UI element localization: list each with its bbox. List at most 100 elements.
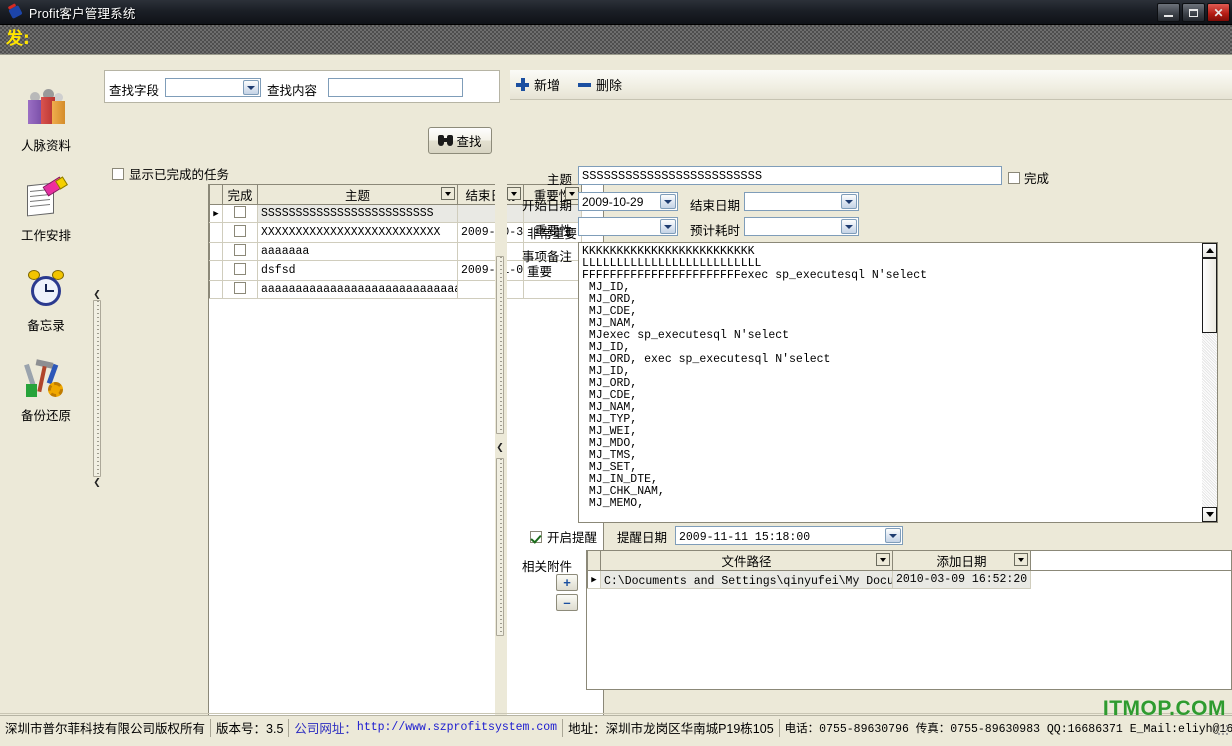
row-subject-cell[interactable]: aaaaaaa <box>257 242 458 261</box>
column-header-file-path[interactable]: 文件路径 <box>600 551 893 571</box>
minus-icon <box>578 82 592 87</box>
filter-dropdown-icon[interactable] <box>441 187 455 200</box>
chevron-down-icon[interactable] <box>885 528 901 543</box>
start-date-select[interactable]: 2009-10-29 <box>578 192 678 211</box>
menu-item-fa[interactable]: 发: <box>6 31 30 48</box>
estimate-select[interactable] <box>744 217 859 236</box>
status-website-url[interactable]: http://www.szprofitsystem.com <box>357 721 557 734</box>
column-header-subject-label: 主题 <box>344 189 370 203</box>
left-splitter-collapse-bottom-icon[interactable]: ❮ <box>93 477 101 488</box>
row-done-cell[interactable] <box>222 260 258 281</box>
attachment-path-cell[interactable]: C:\Documents and Settings\qinyufei\My Do… <box>600 570 893 589</box>
chevron-down-icon[interactable] <box>841 194 857 209</box>
memo-scrollbar-thumb[interactable] <box>1202 258 1217 333</box>
status-version: 版本号：3.5 <box>211 718 290 737</box>
remove-attachment-button[interactable]: – <box>556 594 578 611</box>
search-button[interactable]: 查找 <box>428 127 492 154</box>
show-completed-row[interactable]: 显示已完成的任务 <box>112 164 229 183</box>
add-attachment-button[interactable]: + <box>556 574 578 591</box>
end-date-select[interactable] <box>744 192 859 211</box>
sidebar-item-contacts[interactable]: 人脉资料 <box>0 88 92 154</box>
sidebar-item-memo[interactable]: 备忘录 <box>0 268 92 334</box>
row-indicator: ▶ <box>209 204 223 223</box>
subject-input[interactable]: SSSSSSSSSSSSSSSSSSSSSSSSS <box>578 166 1002 185</box>
window-title: Profit客户管理系统 <box>29 6 136 21</box>
row-subject-cell[interactable]: XXXXXXXXXXXXXXXXXXXXXXXXXX <box>257 222 458 243</box>
show-completed-checkbox[interactable] <box>112 167 124 180</box>
search-content-label: 查找内容 <box>267 84 318 98</box>
sidebar-item-label: 人脉资料 <box>20 139 71 153</box>
add-button-label: 新增 <box>534 78 561 93</box>
row-subject-cell[interactable]: SSSSSSSSSSSSSSSSSSSSSSSSS <box>257 204 458 223</box>
left-splitter-collapse-top-icon[interactable]: ❮ <box>93 289 101 300</box>
column-header-file-path-label: 文件路径 <box>721 555 772 569</box>
menu-bar[interactable]: 发: <box>0 25 1232 55</box>
search-field-label: 查找字段 <box>109 84 160 98</box>
column-header-filler <box>1030 551 1231 571</box>
people-icon <box>24 88 68 132</box>
status-website[interactable]: 公司网址： http://www.szprofitsystem.com <box>289 718 564 737</box>
left-splitter[interactable]: ❮ ❮ <box>92 56 102 715</box>
priority-select[interactable] <box>578 217 678 236</box>
reminder-enable-label: 开启提醒 <box>547 531 598 545</box>
add-button[interactable]: 新增 <box>516 75 560 94</box>
table-row[interactable]: ▶ C:\Documents and Settings\qinyufei\My … <box>587 570 1231 589</box>
reminder-enable-checkbox[interactable] <box>530 530 542 543</box>
reminder-date-select[interactable]: 2009-11-11 15:18:00 <box>675 526 903 545</box>
delete-button-label: 删除 <box>596 78 623 93</box>
search-field-select[interactable] <box>165 78 261 97</box>
chevron-down-icon[interactable] <box>243 80 259 95</box>
scroll-down-icon[interactable] <box>1202 507 1217 522</box>
search-input[interactable] <box>328 78 463 97</box>
attachment-grid-container[interactable]: 文件路径 添加日期 ▶ C:\Documents and Settings\qi <box>586 550 1232 690</box>
search-button-label: 查找 <box>456 135 482 149</box>
memo-scrollbar[interactable] <box>1202 243 1217 522</box>
detail-toolbar: 新增 删除 <box>510 70 1232 100</box>
row-selector-header <box>587 551 601 571</box>
minimize-button[interactable] <box>1157 3 1180 22</box>
start-date-label: 开始日期 <box>521 199 572 213</box>
memo-label: 事项备注 <box>521 250 572 264</box>
attachment-added-cell[interactable]: 2010-03-09 16:52:20 <box>892 570 1031 589</box>
show-completed-label: 显示已完成的任务 <box>129 168 230 182</box>
resize-grip[interactable] <box>1216 723 1230 737</box>
attachment-grid[interactable]: 文件路径 添加日期 ▶ C:\Documents and Settings\qi <box>587 551 1231 589</box>
row-done-cell[interactable] <box>222 222 258 243</box>
finish-checkbox-row[interactable]: 完成 <box>1008 168 1049 187</box>
filter-dropdown-icon[interactable] <box>1014 553 1028 566</box>
row-indicator <box>209 280 223 299</box>
column-header-added-date[interactable]: 添加日期 <box>892 551 1031 571</box>
row-subject-cell[interactable]: aaaaaaaaaaaaaaaaaaaaaaaaaaaaaa <box>257 280 458 299</box>
maximize-button[interactable] <box>1182 3 1205 22</box>
reminder-enable-row[interactable]: 开启提醒 提醒日期 <box>530 527 667 546</box>
chevron-down-icon[interactable] <box>660 219 676 234</box>
column-header-done[interactable]: 完成 <box>222 185 258 205</box>
finish-checkbox[interactable] <box>1008 171 1020 184</box>
close-button[interactable]: ✕ <box>1207 3 1230 22</box>
finish-label: 完成 <box>1024 172 1050 186</box>
row-indicator <box>209 260 223 281</box>
sidebar-item-label: 备份还原 <box>20 409 71 423</box>
chevron-down-icon[interactable] <box>841 219 857 234</box>
middle-splitter[interactable]: ❮ <box>495 146 507 746</box>
middle-splitter-collapse-icon[interactable]: ❮ <box>496 442 504 453</box>
row-done-cell[interactable] <box>222 280 258 299</box>
row-done-cell[interactable] <box>222 242 258 261</box>
sidebar-item-schedule[interactable]: 工作安排 <box>0 176 92 244</box>
footer-divider <box>0 713 1232 714</box>
window-title-bar[interactable]: Profit客户管理系统 ✕ <box>0 0 1232 25</box>
status-website-label: 公司网址： <box>294 722 357 736</box>
row-subject-cell[interactable]: dsfsd <box>257 260 458 281</box>
sidebar-item-backup[interactable]: 备份还原 <box>0 358 92 424</box>
end-date-label: 结束日期 <box>689 199 740 213</box>
app-rocket-icon <box>7 3 23 20</box>
memo-textarea[interactable]: KKKKKKKKKKKKKKKKKKKKKKKKK LLLLLLLLLLLLLL… <box>578 242 1218 523</box>
delete-button[interactable]: 删除 <box>578 75 622 94</box>
chevron-down-icon[interactable] <box>660 194 676 209</box>
filter-dropdown-icon[interactable] <box>876 553 890 566</box>
row-done-cell[interactable] <box>222 204 258 223</box>
task-list-pane: 查找字段 查找内容 显示已完成的任务 完成 主题 结束日期 重要性 ▶ SSSS… <box>104 56 604 739</box>
scroll-up-icon[interactable] <box>1202 243 1217 258</box>
column-header-subject[interactable]: 主题 <box>257 185 458 205</box>
row-indicator: ▶ <box>587 570 601 589</box>
